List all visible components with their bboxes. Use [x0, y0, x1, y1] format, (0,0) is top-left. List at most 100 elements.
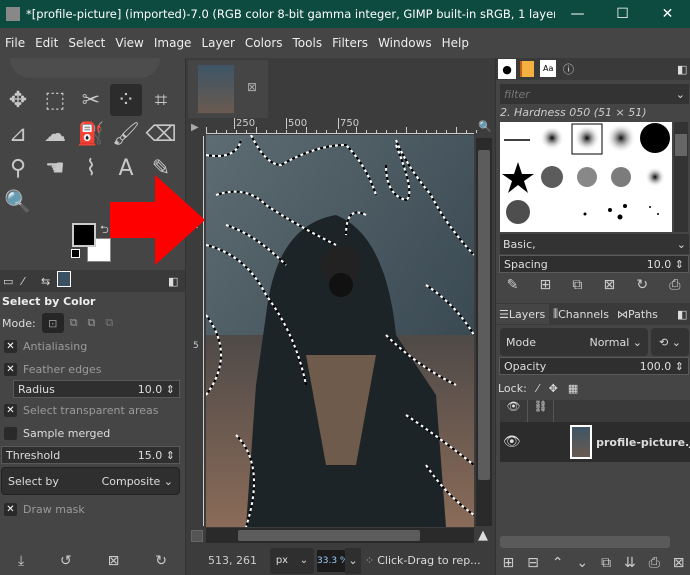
new-layer-icon[interactable]: ⊞	[502, 555, 514, 571]
tab-layers[interactable]: ☰ Layers	[496, 304, 549, 324]
layers-horizontal-scrollbar[interactable]	[500, 536, 670, 548]
menu-colors[interactable]: Colors	[240, 36, 288, 50]
paths-tool-icon[interactable]: ⌇	[75, 152, 107, 184]
brush-grid-scrollbar[interactable]	[674, 122, 688, 232]
reset-options-icon[interactable]: ↻	[155, 553, 167, 569]
fonts-tab-icon[interactable]: Aa	[540, 60, 556, 77]
draw-mask-checkbox[interactable]: ✕ Draw mask	[0, 498, 183, 520]
refresh-brushes-icon[interactable]: ↻	[636, 277, 648, 293]
scissors-tool-icon[interactable]: ✂	[75, 84, 107, 116]
rect-select-tool-icon[interactable]: ⬚	[39, 84, 71, 116]
horizontal-scrollbar[interactable]	[206, 528, 474, 543]
brush-filter-input[interactable]: filter ⌄	[500, 84, 689, 104]
tab-channels[interactable]: ⫼ Channels	[550, 304, 612, 324]
edit-brush-icon[interactable]: ✎	[507, 277, 519, 293]
swap-colors-icon[interactable]: ⮌	[100, 221, 109, 240]
reset-colors-icon[interactable]	[71, 249, 80, 258]
mode-add-icon[interactable]: ⧉	[70, 316, 78, 330]
foreground-color-swatch[interactable]	[72, 223, 96, 247]
configure-tab-icon[interactable]: ◧	[674, 59, 690, 79]
delete-brush-icon[interactable]: ⊠	[603, 277, 615, 293]
maximize-button[interactable]: ☐	[600, 6, 645, 22]
canvas-image[interactable]	[206, 135, 474, 527]
vertical-scrollbar-thumb[interactable]	[478, 150, 490, 480]
lock-alpha-icon[interactable]: ▦	[568, 382, 578, 395]
menu-file[interactable]: File	[0, 36, 30, 50]
lower-layer-icon[interactable]: ⌄	[576, 555, 588, 571]
quick-mask-menu-icon[interactable]: ▶	[191, 122, 199, 133]
lock-pixels-icon[interactable]: ⁄	[537, 382, 539, 395]
feather-edges-checkbox[interactable]: ✕ Feather edges	[0, 358, 183, 380]
menu-filters[interactable]: Filters	[327, 36, 373, 50]
move-tool-icon[interactable]: ✥	[2, 84, 34, 116]
horizontal-scrollbar-thumb[interactable]	[238, 530, 420, 541]
paintbrush-tool-icon[interactable]: 🖌	[110, 118, 142, 150]
vertical-scrollbar[interactable]	[476, 138, 492, 526]
configure-tab-icon[interactable]: ◧	[165, 271, 181, 291]
merge-layer-icon[interactable]: ⇊	[624, 555, 636, 571]
zoom-input[interactable]: 33.3 %	[317, 549, 345, 572]
layer-mask-icon[interactable]: ⎙	[649, 555, 660, 571]
close-button[interactable]: ✕	[645, 6, 690, 22]
brush-tag-dropdown[interactable]: Basic, ⌄	[500, 234, 689, 254]
menu-view[interactable]: View	[110, 36, 148, 50]
bucket-fill-tool-icon[interactable]: ⛽	[75, 118, 107, 150]
zoom-window-icon[interactable]: 🔍	[478, 120, 492, 133]
delete-layer-icon[interactable]: ⊠	[673, 555, 685, 571]
layer-visibility-icon[interactable]: 👁	[500, 434, 524, 450]
device-status-tab-icon[interactable]: ⁄	[19, 271, 27, 291]
unified-transform-tool-icon[interactable]: ⊿	[2, 118, 34, 150]
layer-name[interactable]: profile-picture.jpg	[596, 436, 690, 449]
mode-subtract-icon[interactable]: ⧉	[88, 316, 96, 330]
menu-edit[interactable]: Edit	[30, 36, 63, 50]
restore-options-icon[interactable]: ↺	[60, 553, 72, 569]
images-tab-icon[interactable]	[57, 271, 71, 287]
menu-layer[interactable]: Layer	[196, 36, 239, 50]
select-transparent-checkbox[interactable]: ✕ Select transparent areas	[0, 399, 183, 421]
image-tab[interactable]: ⊠	[188, 60, 268, 118]
close-tab-icon[interactable]: ⊠	[247, 80, 257, 94]
undo-history-tab-icon[interactable]: ⇆	[38, 271, 53, 291]
spacing-spinner[interactable]: Spacing 10.0 ⇕	[499, 255, 689, 273]
menu-select[interactable]: Select	[63, 36, 110, 50]
menu-image[interactable]: Image	[149, 36, 197, 50]
opacity-spinner[interactable]: Opacity 100.0 ⇕	[499, 357, 689, 375]
new-brush-icon[interactable]: ⊞	[539, 277, 551, 293]
save-options-icon[interactable]: ⤓	[18, 553, 24, 569]
select-by-dropdown[interactable]: Select by Composite ⌄	[1, 467, 180, 495]
duplicate-brush-icon[interactable]: ⧉	[572, 277, 582, 293]
tab-paths[interactable]: ⋈ Paths	[614, 304, 661, 324]
mode-intersect-icon[interactable]: ⧉	[105, 316, 113, 330]
quick-mask-toggle[interactable]	[191, 530, 203, 542]
unit-dropdown[interactable]: px ⌄	[270, 547, 314, 574]
crop-tool-icon[interactable]: ⌗	[145, 84, 177, 116]
warp-tool-icon[interactable]: ☁	[39, 118, 71, 150]
zoom-tool-icon[interactable]: 🔍	[2, 186, 34, 218]
mode-replace-icon[interactable]: ⊡	[41, 313, 64, 333]
lock-position-icon[interactable]: ✥	[549, 382, 558, 395]
tool-options-tab-icon[interactable]: ▭	[0, 271, 16, 291]
new-layer-group-icon[interactable]: ⊟	[527, 555, 539, 571]
eraser-tool-icon[interactable]: ⌫	[145, 118, 177, 150]
layer-row[interactable]: 👁 profile-picture.jpg	[500, 422, 690, 462]
radius-spinner[interactable]: Radius 10.0 ⇕	[13, 380, 180, 398]
brush-grid[interactable]	[500, 122, 672, 232]
composite-mode-dropdown[interactable]: ⟲ ⌄	[651, 328, 689, 356]
raise-layer-icon[interactable]: ⌃	[552, 555, 564, 571]
threshold-spinner[interactable]: Threshold 15.0 ⇕	[1, 446, 180, 464]
duplicate-layer-icon[interactable]: ⧉	[601, 555, 611, 571]
antialiasing-checkbox[interactable]: ✕ Antialiasing	[0, 335, 183, 357]
select-by-color-tool-icon[interactable]: ⁘	[110, 84, 142, 116]
menu-tools[interactable]: Tools	[288, 36, 328, 50]
configure-tab-icon[interactable]: ◧	[674, 304, 690, 324]
delete-options-icon[interactable]: ⊠	[108, 553, 120, 569]
sample-merged-checkbox[interactable]: Sample merged	[0, 422, 183, 444]
menu-windows[interactable]: Windows	[373, 36, 437, 50]
smudge-tool-icon[interactable]: ☚	[39, 152, 71, 184]
brushes-tab-icon[interactable]: ●	[498, 59, 516, 79]
zoom-dropdown-chevron-icon[interactable]: ⌄	[345, 547, 361, 574]
clone-tool-icon[interactable]: ⚲	[2, 152, 34, 184]
brush-as-image-icon[interactable]: ⎙	[669, 277, 680, 293]
minimize-button[interactable]: —	[555, 6, 600, 22]
patterns-tab-icon[interactable]	[520, 61, 534, 77]
